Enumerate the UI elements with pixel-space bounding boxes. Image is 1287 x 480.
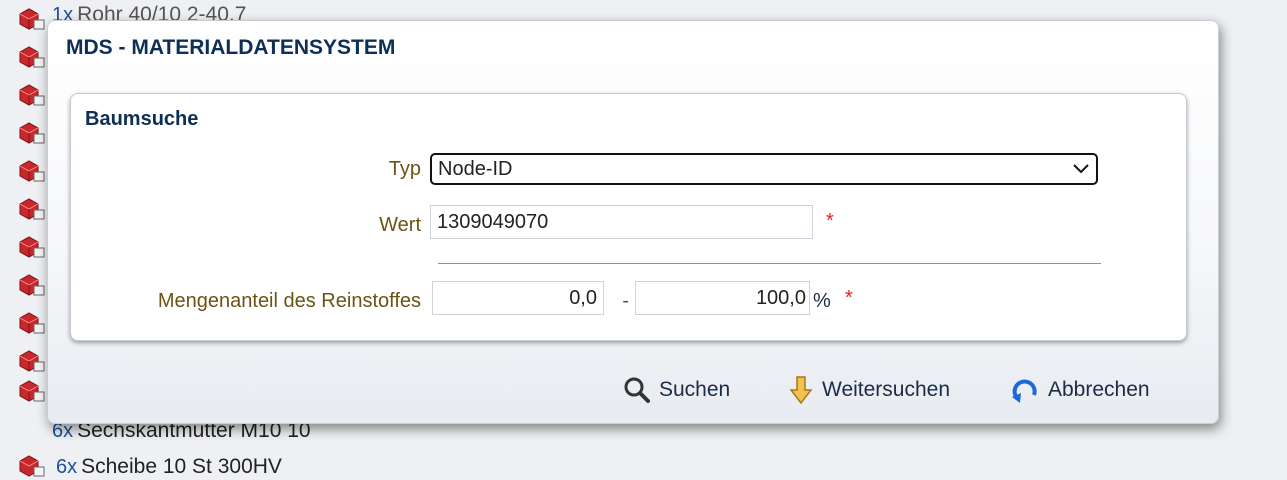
search-button-label: Suchen <box>659 378 731 401</box>
continue-search-button-label: Weitersuchen <box>822 378 951 401</box>
mengenanteil-to-input[interactable]: 100,0 <box>635 281 810 315</box>
typ-select-value: Node-ID <box>438 158 513 180</box>
wert-input[interactable]: 1309049070 <box>430 205 813 239</box>
mengenanteil-required-mark: * <box>845 287 853 309</box>
mengenanteil-from-value: 0,0 <box>569 287 597 309</box>
search-button[interactable]: Suchen <box>623 373 730 407</box>
typ-label: Typ <box>388 158 421 180</box>
search-dialog: MDS - MATERIALDATENSYSTEM Baumsuche Typ … <box>47 20 1219 424</box>
wert-input-value: 1309049070 <box>437 211 549 233</box>
mengenanteil-from-input[interactable]: 0,0 <box>432 281 604 315</box>
tree-icon-column <box>18 8 48 408</box>
mengenanteil-to-value: 100,0 <box>755 287 806 309</box>
cancel-button[interactable]: Abbrechen <box>1010 373 1150 407</box>
typ-select[interactable]: Node-ID <box>430 153 1098 185</box>
tree-row[interactable]: 6x Scheibe 10 St 300HV <box>18 454 282 480</box>
tree-search-panel: Baumsuche Typ Node-ID Wert 1309049070 * … <box>70 93 1187 341</box>
cancel-button-label: Abbrechen <box>1048 378 1150 401</box>
panel-title: Baumsuche <box>85 108 199 130</box>
wert-required-mark: * <box>826 210 834 232</box>
range-separator: - <box>622 290 629 312</box>
percent-unit: % <box>813 290 831 312</box>
tree-row-qty: 6x <box>56 455 78 478</box>
cube-icon <box>19 455 45 477</box>
divider <box>438 263 1101 264</box>
wert-label: Wert <box>379 214 421 236</box>
arrow-down-icon <box>789 376 813 405</box>
continue-search-button[interactable]: Weitersuchen <box>788 373 950 407</box>
tree-row-label: Scheibe 10 St 300HV <box>81 455 282 478</box>
mengenanteil-label: Mengenanteil des Reinstoffes <box>157 290 421 312</box>
undo-icon <box>1012 379 1037 403</box>
dialog-title: MDS - MATERIALDATENSYSTEM <box>66 36 396 59</box>
cube-icon <box>19 8 45 402</box>
search-icon <box>624 377 650 403</box>
chevron-down-icon <box>1073 164 1089 174</box>
